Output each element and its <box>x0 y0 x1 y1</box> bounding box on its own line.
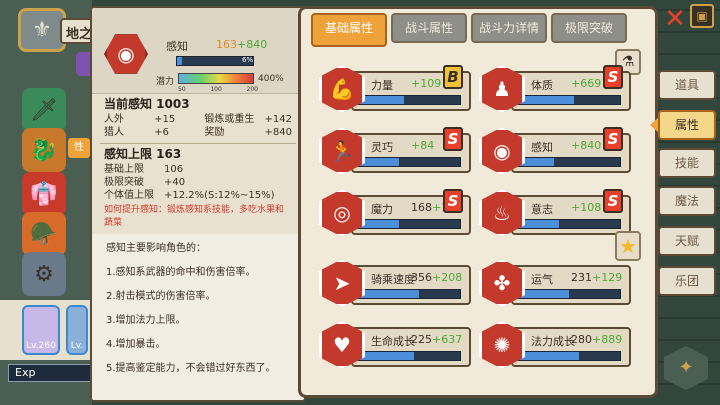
eye-icon: ◉ <box>104 34 148 74</box>
sidebar-item-band[interactable]: 乐团 <box>658 266 716 296</box>
attribute-name: 骑乘速度 <box>371 273 415 286</box>
equip-slot-4-icon[interactable]: 🪖 <box>22 212 66 256</box>
description: 感知主要影响角色的： 1.感知系武器的命中和伤害倍率。 2.射击模式的伤害倍率。… <box>92 234 304 400</box>
attribute-bar <box>517 351 621 361</box>
attribute-value: 225+637 <box>411 333 463 346</box>
sidebar-item-items[interactable]: 道具 <box>658 70 716 100</box>
detail-title: 感知 <box>166 40 188 53</box>
attribute-card-3[interactable]: 感知 +840 ◉ S <box>479 127 631 179</box>
grade-badge: S <box>443 127 463 151</box>
close-icon[interactable]: ✕ <box>662 4 688 34</box>
attribute-card-5[interactable]: 意志 +108 ♨ S <box>479 189 631 241</box>
attribute-name: 生命成长 <box>371 335 415 348</box>
attribute-value: +84 <box>411 139 435 152</box>
avatar-level: Lv. <box>70 341 84 351</box>
menu-square-icon[interactable]: ▣ <box>690 4 714 28</box>
potential-ticks: 50 100 200 <box>178 86 258 93</box>
equip-slot-1-icon[interactable]: 🗡 <box>22 88 66 132</box>
attribute-bar <box>517 95 621 105</box>
attribute-card-1[interactable]: 体质 +669 ♟ S <box>479 65 631 117</box>
attribute-name: 魔力 <box>371 203 393 216</box>
attribute-name: 体质 <box>531 79 553 92</box>
star-icon[interactable]: ★ <box>615 231 641 261</box>
current-title: 当前感知 1003 <box>104 97 190 111</box>
detail-progress-pct: 6% <box>242 56 254 64</box>
tab-limit-break[interactable]: 极限突破 <box>551 13 627 43</box>
attribute-value: +108 <box>571 201 602 214</box>
limit-row: 个体值上限 +12.2%(S:12%~15%) <box>104 190 275 201</box>
attribute-body: 法力成长 280+889 <box>511 327 631 367</box>
potential-max: 400% <box>258 74 284 84</box>
attribute-name: 力量 <box>371 79 393 92</box>
attribute-body: 运气 231+129 <box>511 265 631 305</box>
tab-basic-attributes[interactable]: 基础属性 <box>311 13 387 47</box>
attribute-detail-panel: ◉ 感知 163+840 6% 潜力 400% 50 100 200 当前感知 10… <box>90 6 306 402</box>
current-section: 当前感知 1003 人外 +15 锻炼或重生 +142 猎人 +6 奖励 +840 <box>92 94 304 143</box>
attribute-bar <box>517 157 621 167</box>
tab-power-details[interactable]: 战斗力详情 <box>471 13 547 43</box>
attribute-body: 生命成长 225+637 <box>351 327 471 367</box>
attribute-name: 法力成长 <box>531 335 575 348</box>
limit-row: 基础上限 106 <box>104 164 184 175</box>
attribute-card-4[interactable]: 魔力168+178◎S <box>319 189 471 241</box>
attribute-name: 灵巧 <box>371 141 393 154</box>
limit-title: 感知上限 163 <box>104 147 182 161</box>
attribute-main-panel: 基础属性 战斗属性 战斗力详情 极限突破 ⚗ 力量 +109 💪 B 体质 +669 ♟ S 灵… <box>298 6 658 398</box>
active-pointer-icon <box>650 118 658 132</box>
attribute-bar <box>517 289 621 299</box>
grade-badge: S <box>603 189 623 213</box>
potential-label: 潜力 <box>156 77 175 87</box>
orange-tag[interactable]: 性 <box>68 138 90 158</box>
attribute-value: 280+889 <box>571 333 623 346</box>
avatar-level: Lv.260 <box>26 341 56 351</box>
attribute-value: 356+208 <box>411 271 463 284</box>
attribute-name: 运气 <box>531 273 553 286</box>
sidebar-item-skills[interactable]: 技能 <box>658 148 716 178</box>
tab-bar: 基础属性 战斗属性 战斗力详情 极限突破 <box>311 13 627 47</box>
attribute-card-7[interactable]: 运气 231+129 ✤ <box>479 259 631 311</box>
attribute-bar <box>357 95 461 105</box>
attribute-card-9[interactable]: 法力成长 280+889 ✺ <box>479 321 631 373</box>
attribute-value: 231+129 <box>571 271 623 284</box>
attribute-name: 意志 <box>531 203 553 216</box>
attribute-body: 骑乘速度 356+208 <box>351 265 471 305</box>
attribute-bar <box>357 219 461 229</box>
exp-bar: Exp <box>8 364 92 382</box>
grade-badge: S <box>603 65 623 89</box>
attribute-bar <box>517 219 621 229</box>
sidebar-item-magic[interactable]: 魔法 <box>658 186 716 216</box>
equip-slot-3-icon[interactable]: 👘 <box>22 172 66 216</box>
attribute-bar <box>357 351 461 361</box>
grade-badge: B <box>443 65 463 89</box>
sidebar-item-talent[interactable]: 天赋 <box>658 226 716 256</box>
attribute-card-2[interactable]: 灵巧 +84 🏃 S <box>319 127 471 179</box>
grade-badge: S <box>443 189 463 213</box>
improve-tip: 如何提升感知：锻炼感知系技能，多吃水果和蔬菜 <box>104 205 285 228</box>
attribute-card-6[interactable]: 骑乘速度 356+208 ➤ <box>319 259 471 311</box>
potential-bar <box>178 73 254 84</box>
current-row: 猎人 +6 奖励 +840 <box>104 127 293 138</box>
attribute-value: +109 <box>411 77 442 90</box>
limit-section: 感知上限 163 基础上限 106 极限突破 +40 个体值上限 +12.2%(S:1… <box>92 144 304 234</box>
party-avatar-1[interactable]: Lv.260 <box>22 305 60 355</box>
sidebar-item-attributes[interactable]: 属性 <box>658 110 716 140</box>
attribute-card-8[interactable]: 生命成长 225+637 ♥ <box>319 321 471 373</box>
attribute-name: 感知 <box>531 141 553 154</box>
attribute-bar <box>357 289 461 299</box>
attribute-value: +669 <box>571 77 602 90</box>
equip-slot-5-icon[interactable]: ⚙ <box>22 252 66 296</box>
limit-row: 极限突破 +40 <box>104 177 186 188</box>
detail-header: ◉ 感知 163+840 6% 潜力 400% 50 100 200 <box>92 8 304 94</box>
attribute-value: +840 <box>571 139 602 152</box>
attribute-bar <box>357 157 461 167</box>
party-avatar-2[interactable]: Lv. <box>66 305 88 355</box>
grade-badge: S <box>603 127 623 151</box>
tab-combat-attributes[interactable]: 战斗属性 <box>391 13 467 43</box>
current-row: 人外 +15 锻炼或重生 +142 <box>104 114 293 125</box>
guild-emblem-icon[interactable]: ⚜ <box>18 8 66 52</box>
detail-value: 163+840 <box>216 38 268 51</box>
equip-slot-2-icon[interactable]: 🐉 <box>22 128 66 172</box>
attribute-card-0[interactable]: 力量 +109 💪 B <box>319 65 471 117</box>
